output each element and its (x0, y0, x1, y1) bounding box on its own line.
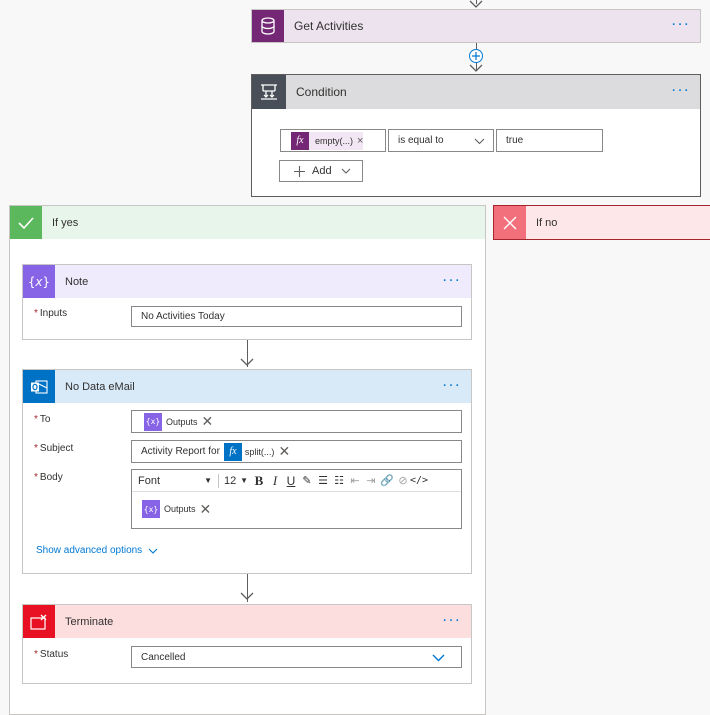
if-yes-title: If yes (52, 216, 79, 229)
get-activities-menu-button[interactable]: ··· (671, 16, 690, 33)
down-arrow-icon (240, 592, 254, 600)
chevron-down-icon (148, 548, 158, 554)
editor-toolbar: Font ▼ 12 ▼ B I U ✎ ☰ ☷ ⇤ ⇥ 🔗 ⊘ </> (132, 470, 461, 492)
font-size-select[interactable]: 12 ▼ (221, 475, 251, 487)
status-value: Cancelled (141, 651, 186, 663)
email-card[interactable]: No Data eMail ··· * To {x} Outputs ✕ * Sub… (22, 369, 472, 574)
caret-down-icon: ▼ (240, 476, 248, 485)
chevron-down-icon (474, 138, 485, 145)
email-menu-button[interactable]: ··· (442, 377, 461, 393)
remove-token-icon[interactable]: ✕ (202, 413, 214, 430)
operator-value: is equal to (398, 135, 444, 146)
status-select[interactable]: Cancelled (131, 646, 462, 668)
outputs-token[interactable]: {x} Outputs ✕ (144, 412, 214, 431)
if-no-title: If no (536, 216, 558, 229)
italic-button[interactable]: I (267, 473, 283, 489)
caret-down-icon: ▼ (204, 476, 212, 485)
font-select[interactable]: Font ▼ (138, 475, 216, 487)
remove-token-icon[interactable]: ✕ (278, 443, 290, 460)
unlink-icon[interactable]: ⊘ (395, 473, 411, 489)
fx-icon: fx (223, 442, 242, 461)
terminate-icon (23, 605, 55, 638)
condition-right-operand[interactable]: true (496, 129, 603, 152)
variable-icon: {x} (144, 412, 162, 431)
note-menu-button[interactable]: ··· (442, 272, 461, 288)
variable-icon: {x} (23, 265, 55, 298)
inputs-field[interactable]: No Activities Today (131, 306, 462, 327)
get-activities-card[interactable]: Get Activities ··· (251, 9, 701, 43)
subject-text: Activity Report for (141, 446, 220, 457)
terminate-title: Terminate (65, 615, 114, 628)
condition-card[interactable]: Condition ··· fx empty(...) × is equal t… (251, 74, 701, 197)
condition-operator-select[interactable]: is equal to (388, 129, 494, 152)
inputs-value: No Activities Today (141, 311, 225, 322)
database-icon (252, 10, 284, 42)
variable-icon: {x} (142, 500, 160, 518)
pen-icon[interactable]: ✎ (299, 473, 315, 489)
condition-title: Condition (296, 85, 347, 99)
token-label: empty(...) (315, 135, 354, 146)
note-card[interactable]: {x} Note ··· * Inputs No Activities Today (22, 264, 472, 340)
status-label: * Status (34, 649, 69, 660)
inputs-label: * Inputs (34, 308, 68, 319)
body-editor[interactable]: Font ▼ 12 ▼ B I U ✎ ☰ ☷ ⇤ ⇥ 🔗 ⊘ </> {x} … (131, 469, 462, 529)
body-label: * Body (34, 472, 63, 483)
plus-icon (472, 52, 480, 60)
code-view-icon[interactable]: </> (410, 473, 428, 489)
email-title: No Data eMail (65, 380, 135, 393)
note-title: Note (65, 275, 89, 288)
condition-menu-button[interactable]: ··· (671, 82, 690, 99)
remove-token-icon[interactable]: × (357, 135, 363, 147)
insert-step-button[interactable] (469, 49, 483, 63)
condition-icon (252, 75, 286, 109)
chevron-down-icon (341, 168, 350, 174)
add-condition-button[interactable]: Add (279, 160, 363, 182)
condition-left-operand[interactable]: fx empty(...) × (280, 129, 386, 152)
indent-icon[interactable]: ⇥ (363, 473, 379, 489)
to-label: * To (34, 414, 51, 425)
chevron-down-icon (432, 654, 445, 662)
terminate-card[interactable]: Terminate ··· * Status Cancelled (22, 604, 472, 684)
link-icon[interactable]: 🔗 (379, 473, 395, 489)
subject-label: * Subject (34, 443, 74, 454)
fx-icon: fx (291, 131, 309, 150)
remove-token-icon[interactable]: ✕ (200, 501, 212, 518)
add-label: Add (312, 165, 332, 177)
down-arrow-icon (240, 358, 254, 366)
close-icon (494, 206, 526, 239)
subject-field[interactable]: Activity Report for fx split(...) ✕ (131, 440, 462, 463)
show-advanced-options-link[interactable]: Show advanced options (36, 545, 158, 556)
terminate-menu-button[interactable]: ··· (442, 612, 461, 628)
down-arrow-icon (469, 64, 483, 72)
if-no-branch[interactable]: If no (493, 205, 710, 240)
outputs-token[interactable]: {x} Outputs ✕ (142, 500, 211, 518)
underline-button[interactable]: U (283, 473, 299, 489)
to-field[interactable]: {x} Outputs ✕ (131, 410, 462, 433)
outdent-icon[interactable]: ⇤ (347, 473, 363, 489)
right-operand-value: true (506, 135, 524, 146)
outlook-icon (23, 370, 55, 403)
split-token[interactable]: fx split(...) ✕ (223, 442, 290, 461)
get-activities-title: Get Activities (294, 19, 364, 33)
expression-token[interactable]: fx empty(...) × (291, 131, 364, 150)
bullet-list-icon[interactable]: ☰ (315, 473, 331, 489)
bold-button[interactable]: B (251, 473, 267, 489)
numbered-list-icon[interactable]: ☷ (331, 473, 347, 489)
plus-icon (294, 165, 305, 177)
checkmark-icon (10, 206, 42, 239)
